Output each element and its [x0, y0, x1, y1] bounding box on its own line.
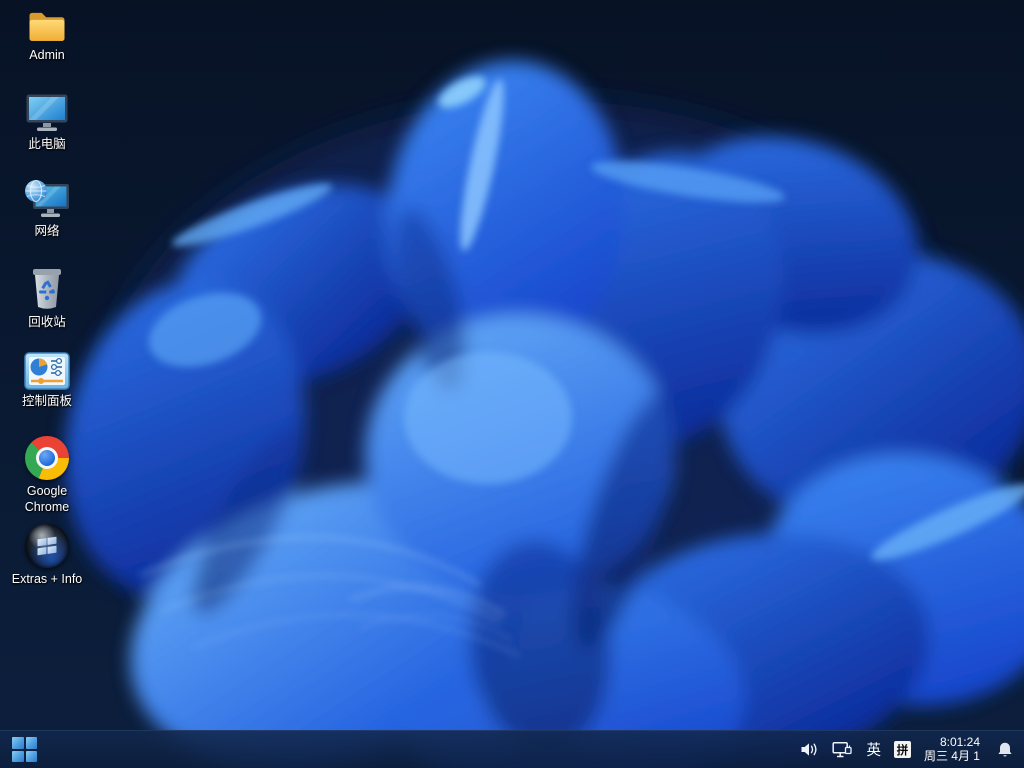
clock-time: 8:01:24: [924, 736, 980, 750]
desktop-icon-recycle-bin[interactable]: 回收站: [1, 265, 93, 330]
control-panel-icon: [24, 352, 70, 390]
desktop-icon-control-panel[interactable]: 控制面板: [1, 352, 93, 409]
taskbar: 英 拼 8:01:24 周三 4月 1: [0, 730, 1024, 768]
desktop-icon-label: 回收站: [28, 314, 66, 330]
clock-date: 周三 4月 1: [924, 750, 980, 764]
start-button[interactable]: [12, 737, 37, 762]
folder-icon: [26, 8, 68, 44]
desktop-icon-this-pc[interactable]: 此电脑: [1, 93, 93, 152]
notification-bell-icon[interactable]: [996, 741, 1014, 759]
clock[interactable]: 8:01:24 周三 4月 1: [924, 736, 980, 763]
recycle-bin-icon: [29, 265, 65, 311]
desktop-icon-label: Admin: [29, 47, 64, 63]
network-tray-icon[interactable]: [832, 741, 853, 759]
desktop-icon-extras-info[interactable]: Extras + Info: [1, 524, 93, 587]
this-pc-icon: [25, 93, 69, 133]
desktop-icon-network[interactable]: 网络: [1, 178, 93, 239]
language-indicator[interactable]: 英: [866, 739, 881, 760]
desktop-icon-label: 此电脑: [28, 136, 66, 152]
desktop-icon-label: 控制面板: [22, 393, 72, 409]
network-globe-icon: [24, 178, 70, 220]
windows-orb-icon: [25, 524, 69, 568]
system-tray: 英 拼 8:01:24 周三 4月 1: [800, 731, 1024, 768]
desktop-icon-label: 网络: [34, 223, 59, 239]
desktop-icon-google-chrome[interactable]: Google Chrome: [1, 436, 93, 516]
desktop-wallpaper: [0, 0, 1024, 768]
volume-icon[interactable]: [800, 741, 819, 758]
desktop-icon-label: Extras + Info: [12, 571, 83, 587]
chrome-icon: [25, 436, 69, 480]
desktop-icon-admin[interactable]: Admin: [1, 8, 93, 63]
ime-indicator[interactable]: 拼: [894, 741, 911, 758]
desktop-icon-label: Google Chrome: [3, 483, 91, 516]
